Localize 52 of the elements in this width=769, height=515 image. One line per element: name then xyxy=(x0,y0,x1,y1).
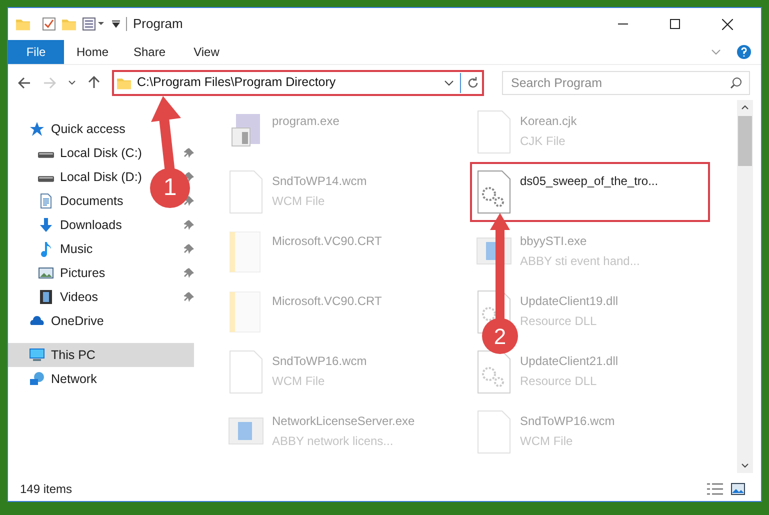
file-name: SndToWP16.wcm xyxy=(272,353,367,370)
sidebar-label: Quick access xyxy=(51,120,126,138)
ribbon-tab[interactable]: File xyxy=(8,40,64,64)
sidebar-item[interactable]: OneDrive xyxy=(8,309,194,333)
sidebar-label: Pictures xyxy=(60,264,106,282)
ribbon-tab[interactable]: Home xyxy=(64,40,121,64)
sidebar-label: Music xyxy=(60,240,93,258)
search-field[interactable]: Search Program xyxy=(502,70,750,94)
file-type: Resource DLL xyxy=(520,313,598,330)
sidebar-label: Local Disk (D:) xyxy=(60,168,142,186)
file-name: NetworkLicenseServer.exe xyxy=(272,413,415,430)
file-type: Resource DLL xyxy=(520,373,598,390)
file-name: UpdateClient21.dll xyxy=(520,353,618,370)
sidebar-item[interactable]: Network xyxy=(8,367,194,391)
sidebar-item[interactable]: Videos xyxy=(8,285,102,309)
address-field[interactable]: C:\Program Files\Program Directory xyxy=(112,70,484,96)
file-type: ABBY sti event hand... xyxy=(520,253,640,270)
sidebar-label: Documents xyxy=(60,192,124,210)
sidebar-item[interactable]: Music xyxy=(8,237,97,261)
sidebar-item[interactable]: Local Disk (D:) xyxy=(8,165,146,189)
sidebar-item[interactable]: Local Disk (C:) xyxy=(8,141,146,165)
sidebar-item[interactable]: Downloads xyxy=(8,213,126,237)
sidebar-label: This PC xyxy=(51,346,96,364)
ribbon-tab[interactable]: View xyxy=(178,40,235,64)
sidebar-label: Videos xyxy=(60,288,98,306)
file-type: WCM File xyxy=(520,433,574,450)
file-name: UpdateClient19.dll xyxy=(520,293,618,310)
file-name: SndToWP16.wcm xyxy=(520,413,615,430)
window-title: Program xyxy=(133,15,183,34)
file-type: ABBY network licens... xyxy=(272,433,394,450)
file-name: ds05_sweep_of_the_tro... xyxy=(520,173,658,190)
sidebar-label: Network xyxy=(51,370,97,388)
address-path: C:\Program Files\Program Directory xyxy=(137,74,337,92)
file-name: program.exe xyxy=(272,113,340,130)
sidebar-item[interactable]: Documents xyxy=(8,189,128,213)
ribbon-tab[interactable]: Share xyxy=(121,40,178,64)
file-name: SndToWP14.wcm xyxy=(272,173,367,190)
file-type: CJK File xyxy=(520,133,566,150)
file-name: Microsoft.VC90.CRT xyxy=(272,233,382,250)
item-count: 149 items xyxy=(20,481,72,498)
sidebar-item[interactable]: Pictures xyxy=(8,261,110,285)
file-type: WCM File xyxy=(272,373,326,390)
sidebar-label: Downloads xyxy=(60,216,122,234)
sidebar-item[interactable]: This PC xyxy=(8,343,194,367)
sidebar-label: Local Disk (C:) xyxy=(60,144,142,162)
sidebar-label: OneDrive xyxy=(51,312,104,330)
sidebar-item[interactable]: Quick access xyxy=(8,117,194,141)
file-item[interactable]: ds05_sweep_of_the_tro... xyxy=(470,162,710,222)
file-name: Korean.cjk xyxy=(520,113,577,130)
file-type: WCM File xyxy=(272,193,326,210)
file-name: bbyySTI.exe xyxy=(520,233,588,250)
file-name: Microsoft.VC90.CRT xyxy=(272,293,382,310)
